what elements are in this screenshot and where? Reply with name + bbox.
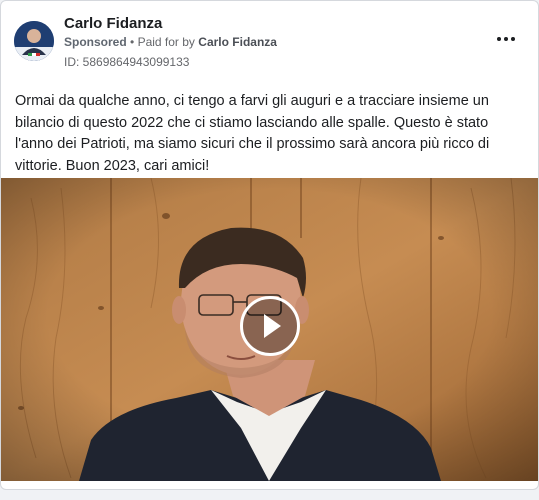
play-button[interactable] [240, 296, 300, 356]
library-id: ID: 5869864943099133 [64, 55, 190, 69]
sponsorship-info: Sponsored • Paid for by Carlo Fidanza [64, 35, 277, 49]
advertiser-name[interactable]: Carlo Fidanza [64, 15, 162, 32]
paid-for-name[interactable]: Carlo Fidanza [198, 35, 277, 49]
more-options-icon[interactable] [494, 31, 518, 47]
paid-for-label: Paid for by [137, 35, 195, 49]
ad-card: Carlo Fidanza Sponsored • Paid for by Ca… [0, 0, 539, 490]
avatar-image [14, 21, 54, 61]
ad-body-text: Ormai da qualche anno, ci tengo a farvi … [15, 93, 490, 174]
more-dot [504, 37, 508, 41]
play-icon [264, 314, 281, 338]
advertiser-avatar[interactable] [14, 21, 54, 61]
more-dot [511, 37, 515, 41]
meta-separator: • [130, 35, 135, 49]
more-dot [497, 37, 501, 41]
sponsored-label: Sponsored [64, 35, 127, 49]
video-player[interactable] [1, 178, 538, 481]
